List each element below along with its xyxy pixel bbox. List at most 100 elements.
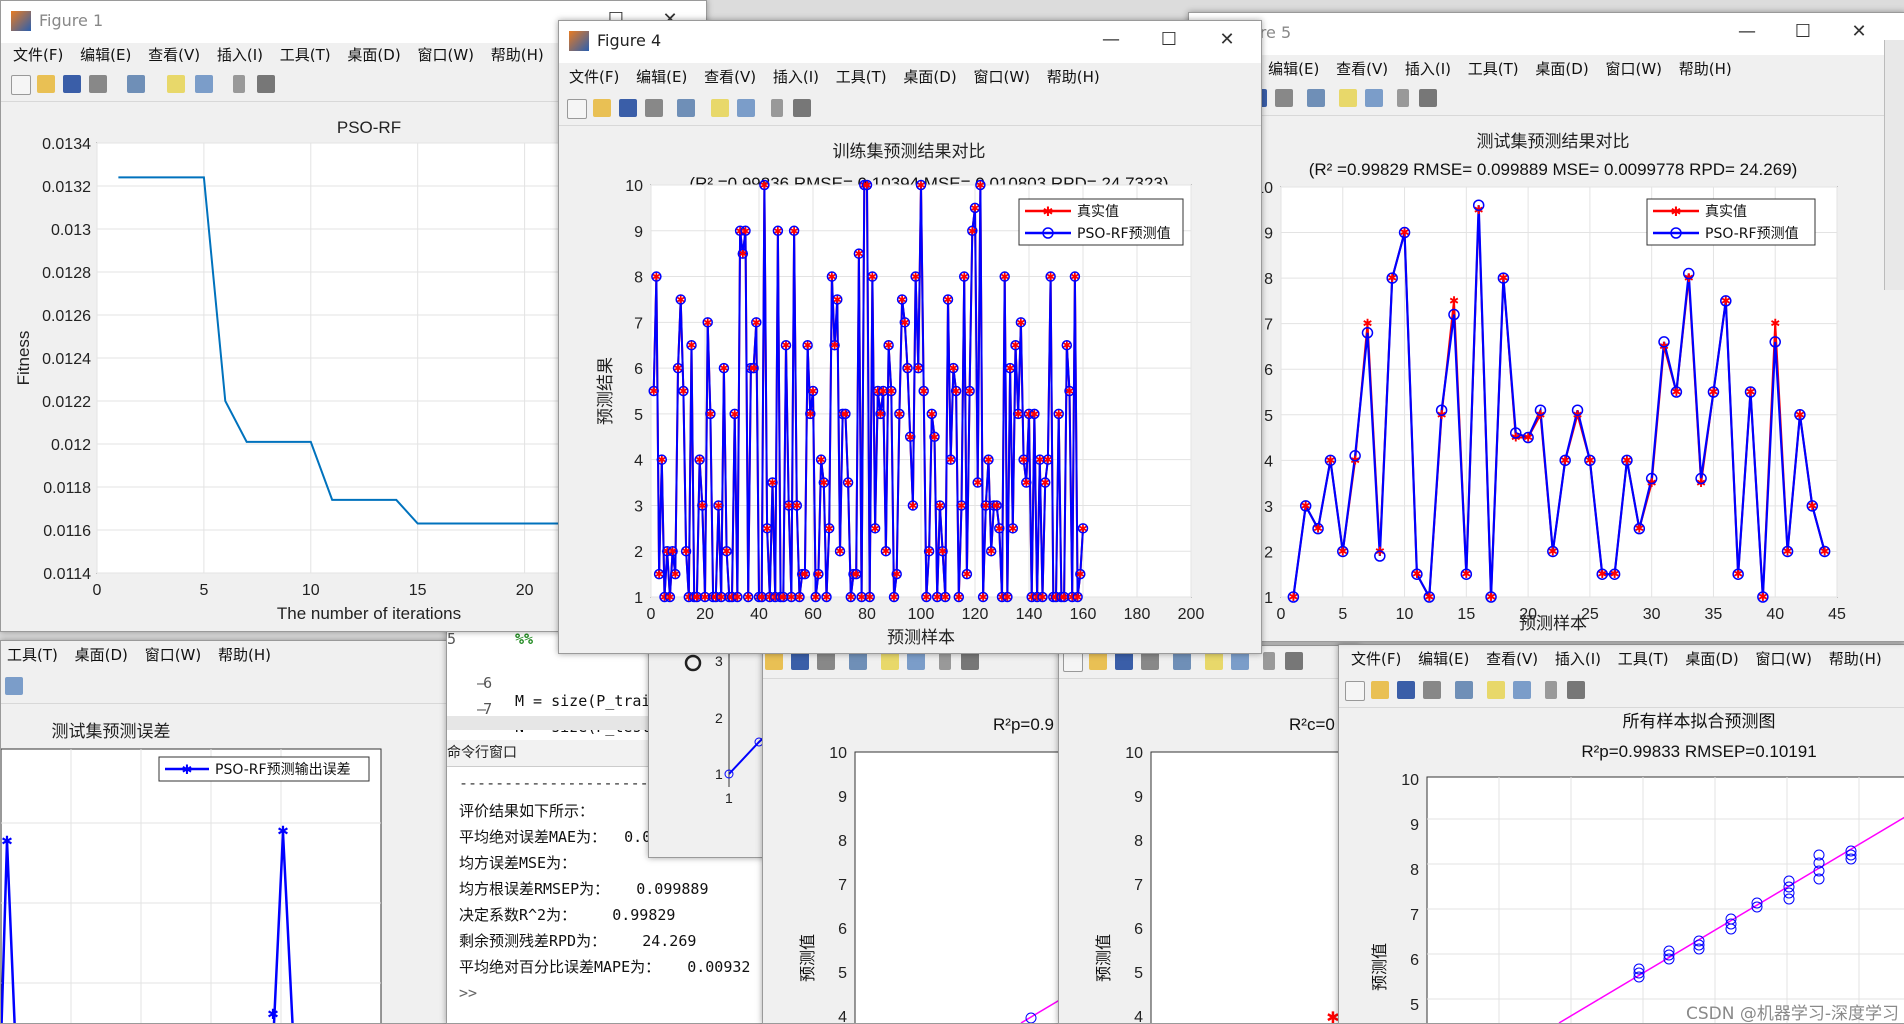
menu-edit[interactable]: 编辑(E): [1268, 55, 1319, 83]
figure4-title: Figure 4: [597, 31, 662, 50]
cmd-prompt[interactable]: >>: [459, 984, 477, 1002]
maximize-button[interactable]: ☐: [1783, 17, 1823, 47]
menu-help[interactable]: 帮助(H): [1047, 63, 1100, 91]
cursor-icon[interactable]: [1545, 681, 1557, 699]
print-icon[interactable]: [1275, 89, 1293, 107]
right-side-panel[interactable]: [1884, 40, 1904, 290]
menu-file[interactable]: 文件(F): [1351, 645, 1401, 673]
menu-tools[interactable]: 工具(T): [280, 41, 331, 69]
legend-icon[interactable]: [737, 99, 755, 117]
save-icon[interactable]: [791, 652, 809, 670]
print-icon[interactable]: [89, 75, 107, 93]
editor-line-5[interactable]: 5 %%: [447, 630, 533, 648]
cursor-icon[interactable]: [771, 99, 783, 117]
open-icon[interactable]: [1089, 652, 1107, 670]
legend-icon[interactable]: [907, 652, 925, 670]
menu-desktop[interactable]: 桌面(D): [903, 63, 956, 91]
menu-desktop[interactable]: 桌面(D): [1535, 55, 1588, 83]
colorbar-icon[interactable]: [167, 75, 185, 93]
link-icon[interactable]: [127, 75, 145, 93]
save-icon[interactable]: [1397, 681, 1415, 699]
colorbar-icon[interactable]: [881, 652, 899, 670]
legend-icon[interactable]: [1231, 652, 1249, 670]
menu-desktop[interactable]: 桌面(D): [347, 41, 400, 69]
new-figure-icon[interactable]: [11, 75, 31, 95]
open-icon[interactable]: [37, 75, 55, 93]
menu-insert[interactable]: 插入(I): [1555, 645, 1601, 673]
menu-tools[interactable]: 工具(T): [836, 63, 887, 91]
save-icon[interactable]: [619, 99, 637, 117]
menu-edit[interactable]: 编辑(E): [636, 63, 687, 91]
legend-icon[interactable]: [195, 75, 213, 93]
menu-tools[interactable]: 工具(T): [7, 641, 58, 669]
minimize-button[interactable]: —: [1727, 17, 1767, 47]
save-icon[interactable]: [63, 75, 81, 93]
new-figure-icon[interactable]: [567, 99, 587, 119]
menu-insert[interactable]: 插入(I): [217, 41, 263, 69]
menu-view[interactable]: 查看(V): [1486, 645, 1538, 673]
radio-icon: [684, 654, 702, 672]
open-icon[interactable]: [593, 99, 611, 117]
inspector-icon[interactable]: [793, 99, 811, 117]
link-icon[interactable]: [1173, 652, 1191, 670]
menu-window[interactable]: 窗口(W): [1755, 645, 1812, 673]
figure4-titlebar[interactable]: Figure 4 — ☐ ✕: [559, 21, 1261, 63]
menu-help[interactable]: 帮助(H): [218, 641, 271, 669]
link-icon[interactable]: [1455, 681, 1473, 699]
open-icon[interactable]: [1371, 681, 1389, 699]
colorbar-icon[interactable]: [1205, 652, 1223, 670]
menu-file[interactable]: 文件(F): [13, 41, 63, 69]
colorbar-icon[interactable]: [1339, 89, 1357, 107]
inspector-icon[interactable]: [257, 75, 275, 93]
menu-view[interactable]: 查看(V): [148, 41, 200, 69]
menu-insert[interactable]: 插入(I): [1405, 55, 1451, 83]
menu-help[interactable]: 帮助(H): [491, 41, 544, 69]
menu-edit[interactable]: 编辑(E): [80, 41, 131, 69]
link-icon[interactable]: [849, 652, 867, 670]
minimize-button[interactable]: —: [1091, 25, 1131, 55]
figure4-chart: 训练集预测结果对比 (R² =0.99836 RMSE= 0.10394 MSE…: [596, 142, 1204, 648]
colorbar-icon[interactable]: [711, 99, 729, 117]
menu-desktop[interactable]: 桌面(D): [75, 641, 128, 669]
save-icon[interactable]: [1115, 652, 1133, 670]
property-inspector-icon[interactable]: [5, 677, 23, 695]
menu-insert[interactable]: 插入(I): [773, 63, 819, 91]
print-icon[interactable]: [817, 652, 835, 670]
menu-window[interactable]: 窗口(W): [145, 641, 202, 669]
menu-window[interactable]: 窗口(W): [1605, 55, 1662, 83]
print-icon[interactable]: [1141, 652, 1159, 670]
menu-view[interactable]: 查看(V): [704, 63, 756, 91]
menu-view[interactable]: 查看(V): [1336, 55, 1388, 83]
close-button[interactable]: ✕: [1839, 17, 1879, 47]
legend-icon[interactable]: [1513, 681, 1531, 699]
print-icon[interactable]: [645, 99, 663, 117]
menu-edit[interactable]: 编辑(E): [1418, 645, 1469, 673]
menu-desktop[interactable]: 桌面(D): [1685, 645, 1738, 673]
cursor-icon[interactable]: [233, 75, 245, 93]
maximize-button[interactable]: ☐: [1149, 25, 1189, 55]
menu-window[interactable]: 窗口(W): [417, 41, 474, 69]
inspector-icon[interactable]: [1567, 681, 1585, 699]
new-figure-icon[interactable]: [1345, 681, 1365, 701]
menu-window[interactable]: 窗口(W): [973, 63, 1030, 91]
inspector-icon[interactable]: [961, 652, 979, 670]
menu-help[interactable]: 帮助(H): [1829, 645, 1882, 673]
colorbar-icon[interactable]: [1487, 681, 1505, 699]
print-icon[interactable]: [1423, 681, 1441, 699]
menu-file[interactable]: 文件(F): [569, 63, 619, 91]
menu-help[interactable]: 帮助(H): [1679, 55, 1732, 83]
new-figure-icon[interactable]: [1063, 652, 1083, 672]
figure5-titlebar[interactable]: Figure 5 — ☐ ✕: [1189, 13, 1904, 55]
inspector-icon[interactable]: [1419, 89, 1437, 107]
link-icon[interactable]: [677, 99, 695, 117]
open-icon[interactable]: [765, 652, 783, 670]
close-button[interactable]: ✕: [1207, 25, 1247, 55]
menu-tools[interactable]: 工具(T): [1618, 645, 1669, 673]
cursor-icon[interactable]: [1263, 652, 1275, 670]
inspector-icon[interactable]: [1285, 652, 1303, 670]
link-icon[interactable]: [1307, 89, 1325, 107]
cursor-icon[interactable]: [1397, 89, 1409, 107]
menu-tools[interactable]: 工具(T): [1468, 55, 1519, 83]
legend-icon[interactable]: [1365, 89, 1383, 107]
cursor-icon[interactable]: [939, 652, 951, 670]
